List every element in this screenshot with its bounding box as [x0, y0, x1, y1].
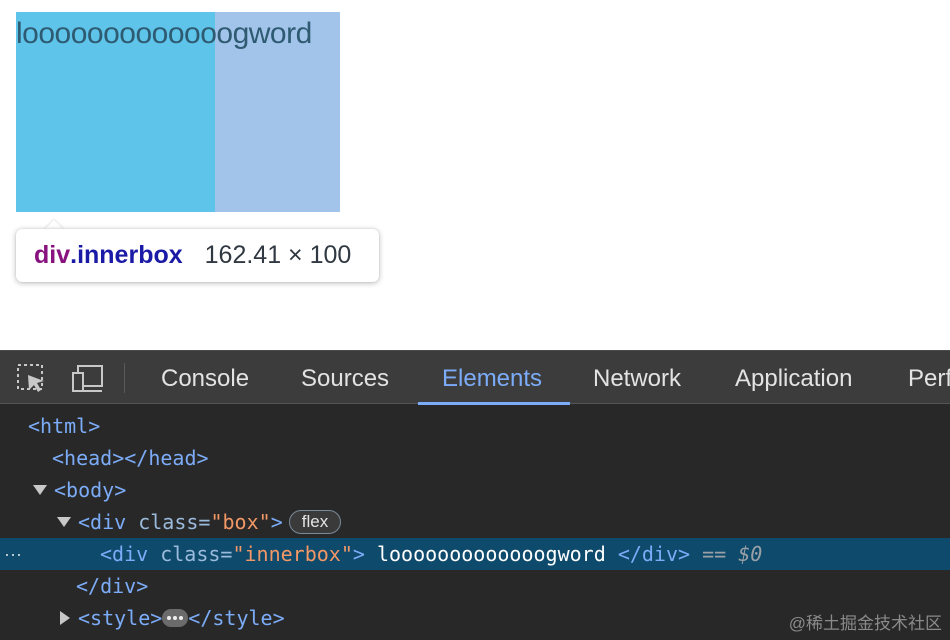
box-element[interactable]: looooooooooooogword [16, 12, 340, 212]
watermark: @稀土掘金技术社区 [788, 614, 942, 633]
toolbar-divider [124, 363, 125, 393]
tooltip-tag: div [34, 241, 71, 269]
tree-row-innerbox-selected[interactable]: ··· <div class="innerbox"> loooooooooooo… [0, 538, 950, 570]
dom-tree: <html> <head></head> <body> <div class="… [0, 404, 950, 640]
ellipsis-icon[interactable] [162, 609, 189, 627]
collapse-triangle-icon[interactable] [33, 485, 47, 495]
tooltip-size: 162.41 × 100 [204, 241, 352, 269]
tab-network[interactable]: Network [593, 351, 681, 404]
page-preview: looooooooooooogword div .innerbox 162.41 … [0, 0, 950, 350]
tab-sources[interactable]: Sources [301, 351, 389, 404]
box-div-tag: <div class="box"> flex [78, 506, 342, 538]
tree-row-div-close[interactable]: </div> [0, 570, 950, 602]
element-inspect-tooltip: div .innerbox 162.41 × 100 [16, 229, 379, 282]
row-actions-icon[interactable]: ··· [4, 538, 22, 570]
innerbox-element[interactable]: looooooooooooogword [16, 12, 312, 212]
div-close-tag: </div> [76, 574, 149, 598]
devtools-toolbar: Console Sources Elements Network Applica… [0, 350, 950, 405]
tree-row-body[interactable]: <body> [0, 474, 950, 506]
tab-performance[interactable]: Perf [908, 351, 950, 404]
selected-ref: $0 [738, 542, 763, 566]
tree-row-html[interactable]: <html> [0, 410, 950, 442]
device-toolbar-icon[interactable] [72, 363, 104, 395]
expand-triangle-icon[interactable] [60, 611, 70, 625]
collapse-triangle-icon[interactable] [57, 517, 71, 527]
innerbox-div-tag: <div class="innerbox"> looooooooooooogwo… [100, 542, 763, 566]
style-tag: <style> </style> [78, 606, 285, 630]
tree-row-head[interactable]: <head></head> [0, 442, 950, 474]
inspect-element-icon[interactable] [16, 363, 48, 395]
html-tag: <html> [28, 414, 101, 438]
tree-row-box[interactable]: <div class="box"> flex [0, 506, 950, 538]
devtools-panel: Console Sources Elements Network Applica… [0, 350, 950, 640]
flex-badge[interactable]: flex [288, 510, 342, 534]
body-tag: <body> [54, 478, 127, 502]
tab-application[interactable]: Application [735, 351, 852, 404]
tooltip-class: .innerbox [70, 241, 183, 269]
head-tag: <head></head> [52, 446, 209, 470]
tab-elements[interactable]: Elements [442, 351, 542, 404]
tab-console[interactable]: Console [161, 351, 249, 404]
